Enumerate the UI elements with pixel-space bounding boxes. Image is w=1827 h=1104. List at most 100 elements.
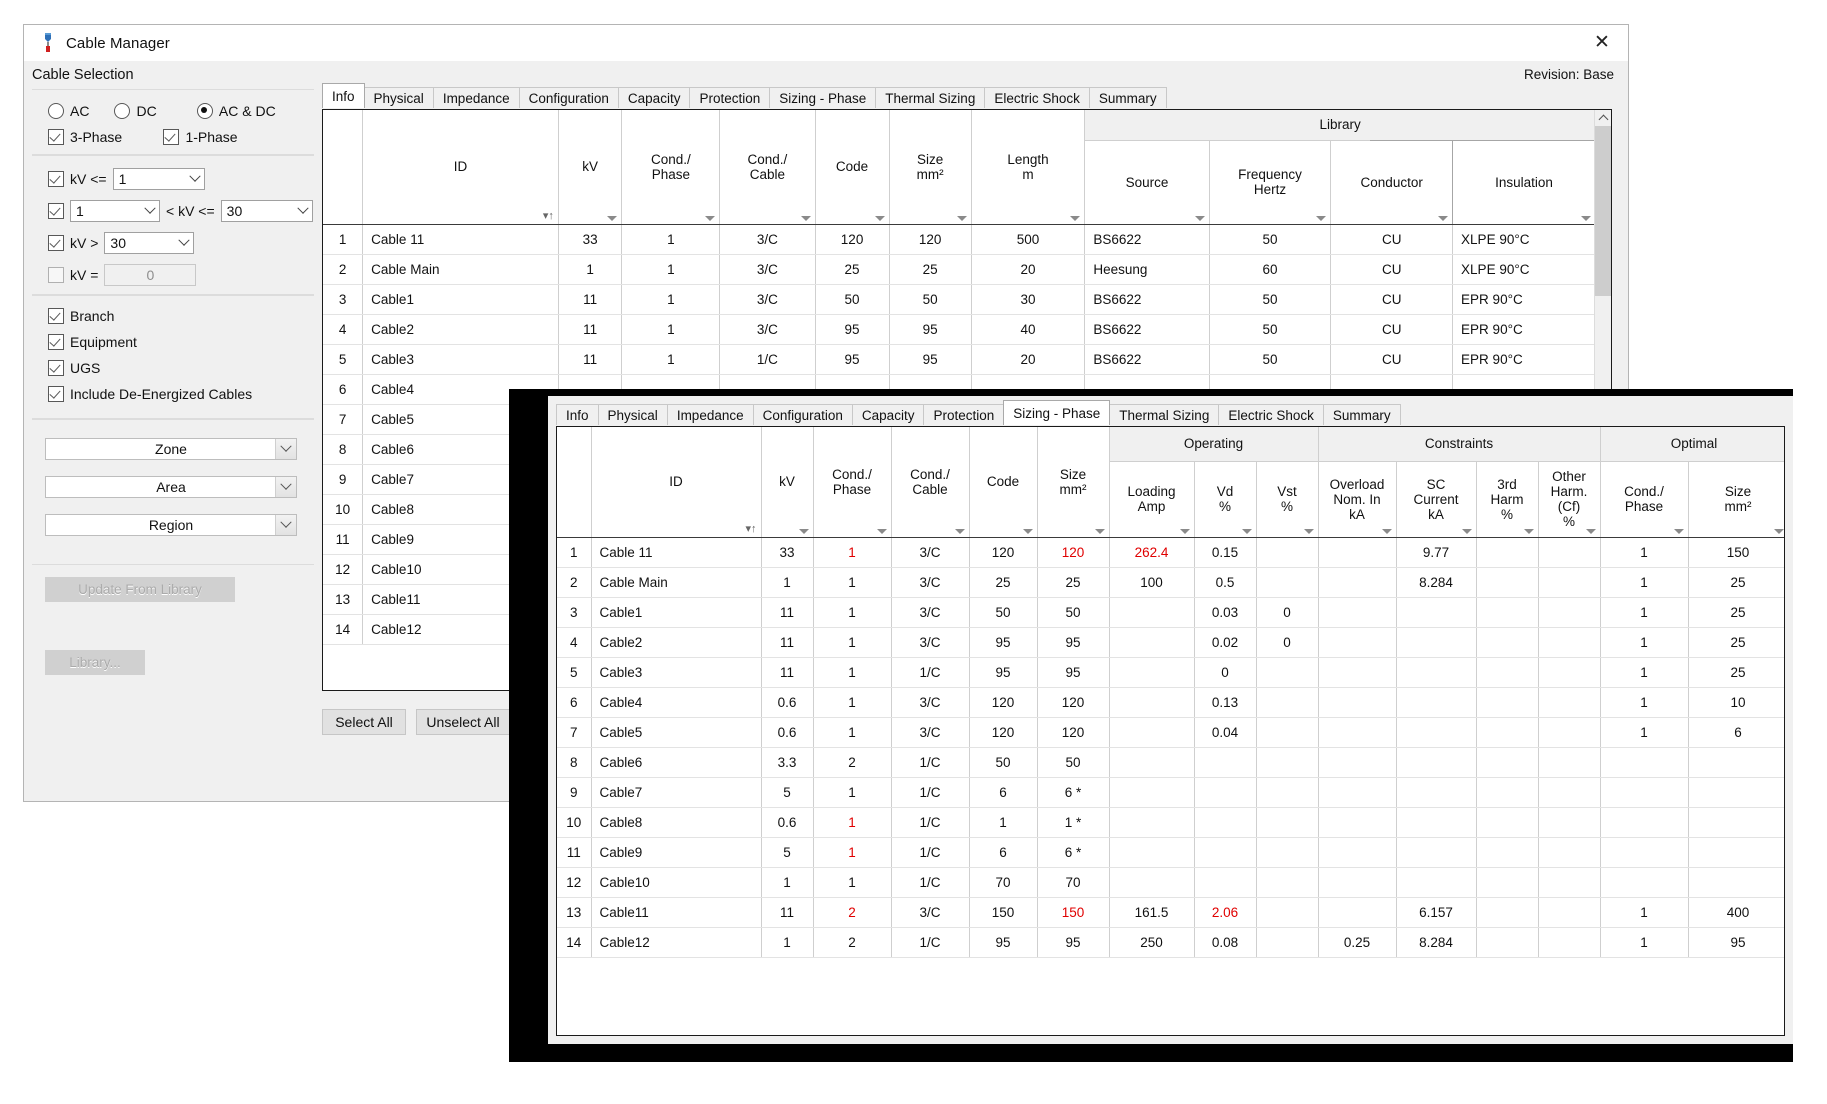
cell-vst[interactable] — [1256, 747, 1318, 777]
cell-cond-cable[interactable]: 1/C — [891, 747, 969, 777]
cell-code[interactable]: 95 — [969, 927, 1037, 957]
cell-vst[interactable] — [1256, 897, 1318, 927]
cell-vd[interactable]: 0.03 — [1194, 597, 1256, 627]
cell-cond-cable[interactable]: 3/C — [891, 687, 969, 717]
tab-info[interactable]: Info — [322, 83, 365, 108]
cell-source[interactable]: BS6622 — [1085, 344, 1209, 374]
cell-id[interactable]: Cable3 — [363, 344, 559, 374]
table-row[interactable]: 10Cable80.611/C11 * — [557, 807, 1785, 837]
cell-loading-amp[interactable] — [1109, 657, 1194, 687]
cell-vst[interactable]: 0 — [1256, 627, 1318, 657]
cell-vst[interactable] — [1256, 777, 1318, 807]
cell-source[interactable]: BS6622 — [1085, 314, 1209, 344]
zone-dropdown[interactable]: Zone — [45, 438, 297, 460]
column-header[interactable]: Lengthm — [971, 110, 1085, 224]
column-header[interactable]: Cond./Phase — [1600, 461, 1688, 537]
column-header[interactable]: 3rdHarm% — [1476, 461, 1538, 537]
cell-other-harm[interactable] — [1538, 567, 1600, 597]
cell-kv[interactable]: 33 — [761, 537, 813, 567]
cell-size[interactable]: 70 — [1037, 867, 1109, 897]
cell-conductor[interactable]: CU — [1331, 344, 1453, 374]
column-header[interactable]: Cond./Phase — [813, 427, 891, 537]
cell-id[interactable]: Cable4 — [591, 687, 761, 717]
cell-3rd-harm[interactable] — [1476, 537, 1538, 567]
cell-other-harm[interactable] — [1538, 687, 1600, 717]
cell-id[interactable]: Cable 11 — [363, 224, 559, 254]
cell-other-harm[interactable] — [1538, 867, 1600, 897]
cell-sc-current[interactable] — [1396, 627, 1476, 657]
cell-kv[interactable]: 3.3 — [761, 747, 813, 777]
close-icon[interactable]: ✕ — [1580, 27, 1624, 57]
cell-insulation[interactable]: EPR 90°C — [1453, 314, 1596, 344]
cell-optimal-size[interactable]: 25 — [1688, 657, 1785, 687]
cell-optimal-cond-phase[interactable]: 1 — [1600, 567, 1688, 597]
cell-id[interactable]: Cable3 — [591, 657, 761, 687]
column-header[interactable]: Source — [1085, 140, 1209, 224]
cell-id[interactable]: Cable2 — [363, 314, 559, 344]
checkbox-kv-lte[interactable] — [48, 171, 64, 187]
cell-conductor[interactable]: CU — [1331, 284, 1453, 314]
cell-size[interactable]: 50 — [1037, 747, 1109, 777]
cell-code[interactable]: 150 — [969, 897, 1037, 927]
cell-insulation[interactable]: EPR 90°C — [1453, 284, 1596, 314]
cell-3rd-harm[interactable] — [1476, 777, 1538, 807]
filter-dropdown-icon[interactable] — [799, 529, 809, 534]
cell-vst[interactable] — [1256, 537, 1318, 567]
cell-id[interactable]: Cable1 — [363, 284, 559, 314]
cell-vst[interactable] — [1256, 867, 1318, 897]
filter-dropdown-icon[interactable] — [801, 216, 811, 221]
cell-source[interactable]: BS6622 — [1085, 284, 1209, 314]
cell-sc-current[interactable]: 8.284 — [1396, 927, 1476, 957]
cell-cond-phase[interactable]: 1 — [813, 837, 891, 867]
cell-size[interactable]: 50 — [889, 284, 971, 314]
table-row[interactable]: 5Cable31111/C959520BS662250CUEPR 90°C — [323, 344, 1596, 374]
cell-overload[interactable] — [1318, 657, 1396, 687]
column-header[interactable]: Conductor — [1331, 140, 1453, 224]
cell-other-harm[interactable] — [1538, 537, 1600, 567]
filter-dropdown-icon[interactable] — [1195, 216, 1205, 221]
tab-impedance[interactable]: Impedance — [433, 87, 520, 108]
sort-indicator-icon[interactable]: ▾↑ — [745, 524, 756, 535]
cell-size[interactable]: 95 — [889, 314, 971, 344]
checkbox-ugs[interactable]: UGS — [48, 360, 100, 376]
cell-frequency[interactable]: 60 — [1209, 254, 1331, 284]
table-row[interactable]: 4Cable21113/C959540BS662250CUEPR 90°C — [323, 314, 1596, 344]
cell-cond-cable[interactable]: 3/C — [891, 567, 969, 597]
cell-code[interactable]: 6 — [969, 777, 1037, 807]
filter-dropdown-icon[interactable] — [877, 529, 887, 534]
filter-dropdown-icon[interactable] — [1382, 529, 1392, 534]
cell-optimal-cond-phase[interactable]: 1 — [1600, 897, 1688, 927]
cell-sc-current[interactable] — [1396, 807, 1476, 837]
cell-optimal-cond-phase[interactable]: 1 — [1600, 597, 1688, 627]
cell-cond-phase[interactable]: 2 — [813, 927, 891, 957]
column-header[interactable]: Code — [969, 427, 1037, 537]
filter-dropdown-icon[interactable] — [1438, 216, 1448, 221]
front-tab-configuration[interactable]: Configuration — [753, 404, 853, 425]
filter-dropdown-icon[interactable] — [1524, 529, 1534, 534]
cell-optimal-size[interactable] — [1688, 867, 1785, 897]
cell-cond-phase[interactable]: 1 — [622, 344, 720, 374]
cell-loading-amp[interactable] — [1109, 627, 1194, 657]
table-row[interactable]: 6Cable40.613/C1201200.13110 — [557, 687, 1785, 717]
cell-loading-amp[interactable]: 250 — [1109, 927, 1194, 957]
cell-3rd-harm[interactable] — [1476, 657, 1538, 687]
filter-dropdown-icon[interactable] — [1095, 529, 1105, 534]
cell-cond-phase[interactable]: 1 — [813, 687, 891, 717]
cell-code[interactable]: 120 — [969, 687, 1037, 717]
cell-vd[interactable] — [1194, 867, 1256, 897]
cell-size[interactable]: 95 — [1037, 657, 1109, 687]
filter-dropdown-icon[interactable] — [875, 216, 885, 221]
cell-id[interactable]: Cable6 — [591, 747, 761, 777]
cell-frequency[interactable]: 50 — [1209, 284, 1331, 314]
cell-kv[interactable]: 5 — [761, 837, 813, 867]
filter-dropdown-icon[interactable] — [1581, 216, 1591, 221]
checkbox-kv-eq[interactable] — [48, 267, 64, 283]
column-header[interactable]: Sizemm² — [1688, 461, 1785, 537]
cell-3rd-harm[interactable] — [1476, 597, 1538, 627]
checkbox-3-phase[interactable]: 3-Phase — [48, 129, 159, 145]
cell-loading-amp[interactable] — [1109, 747, 1194, 777]
checkbox-equipment[interactable]: Equipment — [48, 334, 137, 350]
cell-overload[interactable] — [1318, 747, 1396, 777]
cell-optimal-cond-phase[interactable] — [1600, 747, 1688, 777]
cell-3rd-harm[interactable] — [1476, 717, 1538, 747]
